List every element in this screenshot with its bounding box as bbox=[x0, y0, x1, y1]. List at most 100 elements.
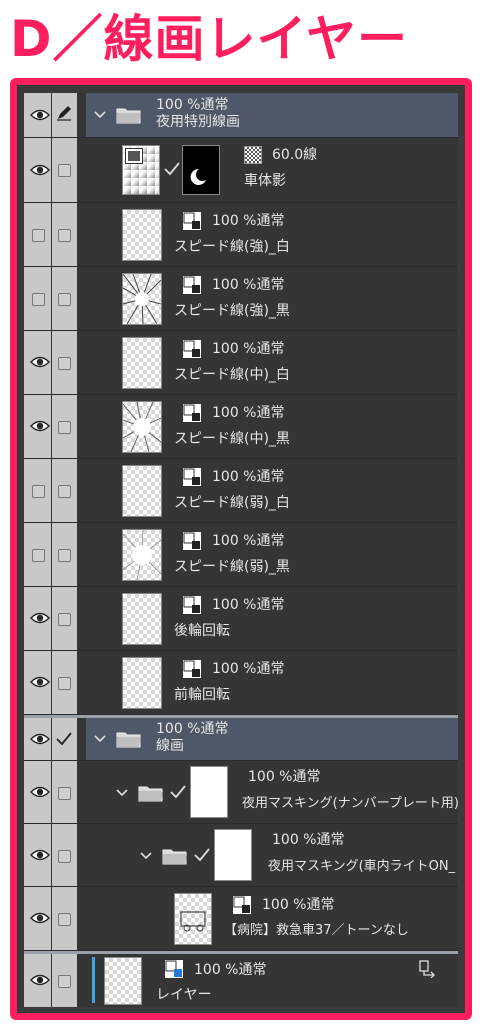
chevron-down-icon[interactable] bbox=[140, 852, 152, 860]
chevron-down-icon[interactable] bbox=[94, 111, 106, 119]
lock-checkbox[interactable] bbox=[58, 787, 71, 800]
layer-row-speed-strong-black[interactable]: 100 %通常 スピード線(強)_黒 bbox=[24, 267, 458, 331]
layer-row-speed-mid-black[interactable]: 100 %通常 スピード線(中)_黒 bbox=[24, 395, 458, 459]
layer-row-speed-weak-white[interactable]: 100 %通常 スピード線(弱)_白 bbox=[24, 459, 458, 523]
layer-opacity: 100 %通常 bbox=[248, 769, 321, 785]
layer-thumbnail bbox=[122, 529, 162, 581]
layer-thumbnail bbox=[122, 209, 162, 261]
layer-row-mask-light[interactable]: 100 %通常 夜用マスキング(車内ライトON_ bbox=[24, 824, 458, 887]
folder-icon bbox=[162, 849, 187, 865]
eye-icon[interactable] bbox=[30, 848, 50, 862]
eye-icon[interactable] bbox=[30, 675, 50, 689]
speedline-thumbnail bbox=[123, 402, 161, 452]
raster-layer-icon bbox=[182, 339, 202, 359]
lock-checkbox[interactable] bbox=[58, 613, 71, 626]
eye-icon[interactable] bbox=[30, 973, 50, 987]
lock-checkbox[interactable] bbox=[58, 913, 71, 926]
layer-opacity: 100 %通常 bbox=[212, 533, 285, 549]
layer-name: 線画 bbox=[156, 738, 184, 754]
layer-row-folder-senga[interactable]: 100 %通常 線画 bbox=[24, 718, 458, 761]
lock-checkbox[interactable] bbox=[58, 677, 71, 690]
layer-row-mask-plate[interactable]: 100 %通常 夜用マスキング(ナンバープレート用) bbox=[24, 761, 459, 824]
lock-checkbox[interactable] bbox=[58, 357, 71, 370]
pen-icon bbox=[57, 106, 71, 121]
layer-name: 夜用マスキング(ナンバープレート用) bbox=[242, 796, 459, 811]
raster-layer-icon bbox=[182, 275, 202, 295]
lock-checkbox[interactable] bbox=[58, 850, 71, 863]
layer-row-rear-wheel[interactable]: 100 %通常 後輪回転 bbox=[24, 587, 458, 651]
raster-layer-icon bbox=[164, 959, 184, 979]
lock-checkbox[interactable] bbox=[58, 485, 71, 498]
check-icon[interactable] bbox=[56, 732, 72, 746]
mask-thumbnail bbox=[182, 145, 220, 195]
raster-layer-icon bbox=[182, 467, 202, 487]
folder-icon bbox=[116, 732, 141, 748]
reference-layer-icon[interactable] bbox=[418, 960, 436, 978]
layer-panel: 100 %通常 夜用特別線画 60.0線 車体影 100 %通常 スピード線(強… bbox=[24, 93, 459, 1007]
layer-opacity: 100 %通常 bbox=[212, 213, 285, 229]
layer-row-folder-yakan[interactable]: 100 %通常 夜用特別線画 bbox=[24, 93, 458, 138]
ambulance-thumbnail bbox=[180, 911, 206, 932]
visibility-checkbox[interactable] bbox=[32, 485, 45, 498]
layer-opacity: 100 %通常 bbox=[156, 721, 229, 737]
moon-icon bbox=[190, 168, 206, 185]
page-title: D／線画レイヤー bbox=[10, 10, 409, 68]
mask-thumbnail bbox=[214, 829, 252, 881]
layer-name: スピード線(強)_白 bbox=[174, 239, 290, 255]
eye-icon[interactable] bbox=[30, 355, 50, 369]
lock-checkbox[interactable] bbox=[58, 229, 71, 242]
layer-row-layer[interactable]: 100 %通常 レイヤー bbox=[24, 954, 458, 1007]
layer-row-ambulance[interactable]: 100 %通常 【病院】救急車37／トーンなし bbox=[24, 887, 458, 951]
layer-opacity: 100 %通常 bbox=[212, 405, 285, 421]
lock-checkbox[interactable] bbox=[58, 549, 71, 562]
layer-thumbnail bbox=[174, 893, 212, 945]
layer-name: 後輪回転 bbox=[174, 623, 230, 639]
layer-thumbnail bbox=[122, 337, 162, 389]
chevron-down-icon[interactable] bbox=[116, 789, 128, 797]
selection-indicator bbox=[92, 957, 95, 1003]
mask-thumbnail bbox=[190, 766, 228, 818]
tone-layer-icon bbox=[125, 148, 143, 164]
layer-name: 夜用マスキング(車内ライトON_ bbox=[268, 859, 456, 874]
visibility-checkbox[interactable] bbox=[32, 293, 45, 306]
lock-checkbox[interactable] bbox=[58, 421, 71, 434]
layer-opacity: 100 %通常 bbox=[156, 97, 229, 113]
layer-name: スピード線(弱)_白 bbox=[174, 495, 290, 511]
layer-thumbnail bbox=[104, 957, 142, 1005]
layer-thumbnail bbox=[122, 145, 160, 195]
layer-thumbnail bbox=[122, 273, 162, 325]
layer-row-speed-weak-black[interactable]: 100 %通常 スピード線(弱)_黒 bbox=[24, 523, 458, 587]
visibility-checkbox[interactable] bbox=[32, 229, 45, 242]
layer-row-speed-mid-white[interactable]: 100 %通常 スピード線(中)_白 bbox=[24, 331, 458, 395]
speedline-thumbnail bbox=[123, 530, 161, 580]
layer-opacity: 100 %通常 bbox=[262, 897, 335, 913]
layer-name: スピード線(強)_黒 bbox=[174, 303, 290, 319]
layer-opacity: 100 %通常 bbox=[212, 661, 285, 677]
layer-opacity: 100 %通常 bbox=[194, 962, 267, 978]
layer-opacity: 60.0線 bbox=[272, 147, 318, 163]
eye-icon[interactable] bbox=[30, 419, 50, 433]
eye-icon[interactable] bbox=[30, 732, 50, 746]
chevron-down-icon[interactable] bbox=[94, 735, 106, 743]
lock-checkbox[interactable] bbox=[58, 164, 71, 177]
raster-layer-icon bbox=[182, 659, 202, 679]
raster-layer-icon bbox=[182, 211, 202, 231]
eye-icon[interactable] bbox=[30, 611, 50, 625]
visibility-checkbox[interactable] bbox=[32, 549, 45, 562]
eye-icon[interactable] bbox=[30, 785, 50, 799]
raster-layer-icon bbox=[182, 531, 202, 551]
layer-name: レイヤー bbox=[156, 987, 212, 1003]
layer-row-shadow[interactable]: 60.0線 車体影 bbox=[24, 138, 458, 203]
layer-thumbnail bbox=[122, 593, 162, 645]
eye-icon[interactable] bbox=[30, 163, 50, 177]
layer-row-front-wheel[interactable]: 100 %通常 前輪回転 bbox=[24, 651, 458, 715]
mask-link-check-icon bbox=[164, 162, 180, 176]
layer-panel-frame: 100 %通常 夜用特別線画 60.0線 車体影 100 %通常 スピード線(強… bbox=[10, 78, 472, 1020]
layer-row-speed-strong-white[interactable]: 100 %通常 スピード線(強)_白 bbox=[24, 203, 458, 267]
lock-checkbox[interactable] bbox=[58, 293, 71, 306]
tone-icon bbox=[244, 146, 262, 164]
lock-checkbox[interactable] bbox=[58, 975, 71, 988]
layer-name: 前輪回転 bbox=[174, 687, 230, 703]
eye-icon[interactable] bbox=[30, 911, 50, 925]
eye-icon[interactable] bbox=[30, 108, 50, 122]
